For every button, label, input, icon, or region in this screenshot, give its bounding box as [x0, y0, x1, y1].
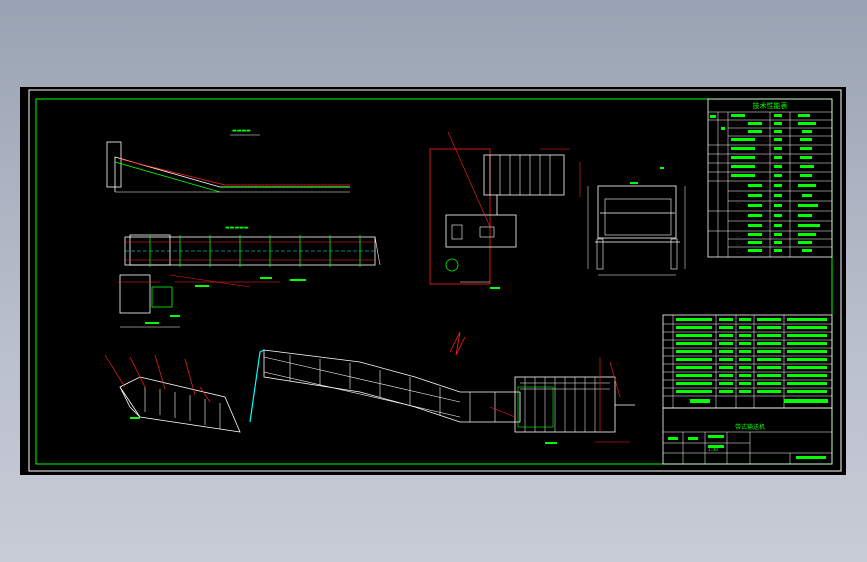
title-block: 带式输送机 1:30	[662, 407, 833, 465]
cross-section-view	[587, 185, 686, 276]
plan-caption: ▬▬▬▬▬	[225, 225, 249, 231]
drive-head-detail	[118, 274, 280, 328]
elevation-caption: ▬▬▬▬	[232, 128, 251, 134]
parts-list-table	[662, 314, 833, 409]
drive-unit-view	[429, 131, 581, 285]
main-assembly-elevation	[104, 331, 635, 443]
inclined-conveyor-elevation: ▬▬▬▬	[106, 128, 350, 193]
cad-drawing-sheet: ▬▬▬▬ ▬▬▬▬▬ 技术性能表 带式输送机 1:30	[20, 87, 846, 475]
conveyor-drawing: ▬▬▬▬ ▬▬▬▬▬ 技术性能表 带式输送机 1:30	[28, 89, 842, 472]
drawing-name: 带式输送机	[735, 423, 765, 431]
tech-performance-table: 技术性能表	[707, 98, 833, 258]
conveyor-plan-view: ▬▬▬▬▬	[124, 225, 381, 267]
tech-table-title: 技术性能表	[753, 101, 788, 110]
